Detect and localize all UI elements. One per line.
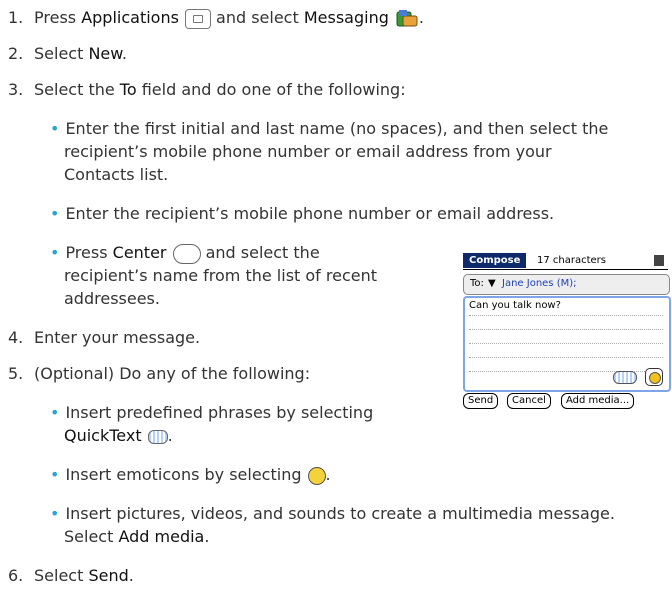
- send-label: Send: [88, 566, 129, 585]
- period-text: .: [167, 426, 173, 445]
- messaging-icon: [396, 9, 418, 26]
- add-media-button[interactable]: Add media...: [561, 393, 635, 409]
- new-label: New: [88, 44, 122, 63]
- message-body[interactable]: Can you talk now?: [463, 296, 671, 392]
- step-text: Select the: [34, 80, 120, 99]
- char-count: 17 characters: [537, 255, 606, 266]
- step-text: .: [128, 566, 134, 585]
- step-3-bullet-1: • Enter the first initial and last name (…: [50, 118, 608, 140]
- bullet-icon: •: [50, 403, 60, 422]
- step-text: and select: [210, 8, 304, 27]
- step-2: 2. Select New.: [8, 43, 127, 65]
- bullet-icon: •: [50, 504, 60, 523]
- step-3-bullet-1-cont: recipient’s mobile phone number or email…: [64, 141, 552, 163]
- step-3-bullet-3: • Press Center and select the: [50, 242, 320, 264]
- recipient-name: Jane Jones (M);: [502, 278, 577, 289]
- step-number: 4.: [8, 328, 24, 347]
- text-rule: [469, 343, 663, 344]
- step-1: 1. Press Applications and select Messagin…: [8, 7, 424, 30]
- step-5-bullet-3: • Insert pictures, videos, and sounds to …: [50, 503, 615, 525]
- bullet-icon: •: [50, 465, 60, 484]
- step-5-bullet-1: • Insert predefined phrases by selecting: [50, 402, 373, 424]
- messaging-label: Messaging: [303, 8, 389, 27]
- step-text: Select: [34, 566, 89, 585]
- to-field-label: To:: [470, 278, 484, 289]
- step-3-bullet-2: • Enter the recipient’s mobile phone numb…: [50, 203, 554, 225]
- compose-screen-screenshot: Compose 17 characters To: ▼ Jane Jones (…: [463, 253, 672, 409]
- step-3-bullet-3-cont: recipient’s name from the list of recent: [64, 265, 377, 287]
- step-text: (Optional) Do any of the following:: [34, 364, 311, 383]
- bullet-text: Press: [65, 243, 113, 262]
- step-number: 1.: [8, 8, 24, 27]
- step-text: Select: [34, 44, 89, 63]
- quicktext-button[interactable]: [613, 371, 637, 384]
- step-text: Press: [34, 8, 82, 27]
- compose-title-bar: Compose 17 characters: [463, 253, 668, 270]
- compose-title: Compose: [463, 253, 527, 268]
- compose-button-row: Send Cancel Add media...: [463, 393, 672, 409]
- step-6: 6. Select Send.: [8, 565, 134, 587]
- bullet-icon: •: [50, 119, 60, 138]
- bullet-text: Insert emoticons by selecting: [65, 465, 302, 484]
- step-text: .: [121, 44, 127, 63]
- center-button-icon: [172, 243, 201, 264]
- step-text: .: [418, 8, 424, 27]
- step-3-bullet-1-cont2: Contacts list.: [64, 164, 168, 186]
- text-rule: [469, 329, 663, 330]
- step-5: 5. (Optional) Do any of the following:: [8, 363, 310, 385]
- applications-label: Applications: [81, 8, 179, 27]
- step-3: 3. Select the To field and do one of the …: [8, 79, 406, 101]
- step-number: 6.: [8, 566, 24, 585]
- step-5-bullet-2: • Insert emoticons by selecting.: [50, 464, 331, 486]
- signal-icon: [654, 255, 664, 266]
- step-number: 5.: [8, 364, 24, 383]
- quicktext-label: QuickText: [64, 426, 142, 445]
- bullet-text: recipient’s name from the list of recent: [64, 266, 378, 285]
- dropdown-arrow-icon[interactable]: ▼: [488, 278, 496, 289]
- emoticon-icon: [307, 466, 326, 485]
- bullet-icon: •: [50, 204, 60, 223]
- emoticon-button[interactable]: [645, 368, 663, 386]
- step-text: Enter your message.: [34, 328, 201, 347]
- bullet-text: Insert predefined phrases by selecting: [65, 403, 374, 422]
- cancel-button[interactable]: Cancel: [507, 393, 551, 409]
- to-field[interactable]: To: ▼ Jane Jones (M);: [463, 274, 670, 295]
- bullet-text: recipient’s mobile phone number or email…: [64, 142, 552, 161]
- to-label: To: [119, 80, 137, 99]
- text-rule: [469, 357, 663, 358]
- add-media-label: Add media: [118, 527, 205, 546]
- bullet-text: and select the: [200, 243, 320, 262]
- step-3-bullet-3-cont2: addressees.: [64, 288, 160, 310]
- bullet-text: Insert pictures, videos, and sounds to c…: [65, 504, 615, 523]
- bullet-text: addressees.: [64, 289, 160, 308]
- step-text: field and do one of the following:: [136, 80, 406, 99]
- text-rule: [469, 315, 663, 316]
- bullet-text: Enter the first initial and last name (n…: [65, 119, 609, 138]
- send-button[interactable]: Send: [463, 393, 499, 409]
- bullet-icon: •: [50, 243, 60, 262]
- center-label: Center: [112, 243, 167, 262]
- bullet-text: .: [204, 527, 210, 546]
- bullet-text: .: [325, 465, 331, 484]
- step-number: 2.: [8, 44, 24, 63]
- message-text: Can you talk now?: [469, 300, 561, 311]
- applications-icon: [184, 8, 211, 29]
- step-5-bullet-1-cont: QuickText.: [64, 425, 173, 447]
- quicktext-icon: [147, 429, 168, 444]
- step-number: 3.: [8, 80, 24, 99]
- step-5-bullet-3-cont: Select Add media.: [64, 526, 209, 548]
- bullet-text: Contacts list.: [64, 165, 169, 184]
- bullet-text: Enter the recipient’s mobile phone numbe…: [65, 204, 555, 223]
- bullet-text: Select: [64, 527, 119, 546]
- step-4: 4. Enter your message.: [8, 327, 200, 349]
